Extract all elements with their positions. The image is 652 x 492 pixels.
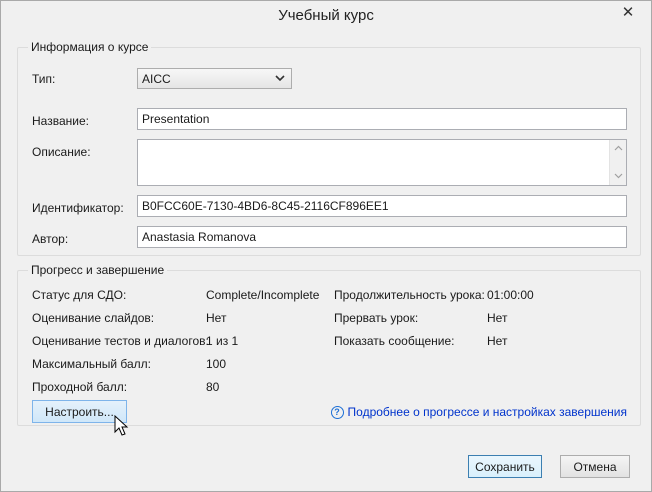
save-button[interactable]: Сохранить [468, 455, 542, 478]
type-select[interactable]: AICC [137, 68, 292, 89]
passing-score-label: Проходной балл: [32, 380, 128, 394]
slide-scoring-label: Оценивание слайдов: [32, 311, 155, 325]
course-info-group: Информация о курсе Тип: AICC Название: P… [17, 40, 641, 256]
progress-group: Прогресс и завершение Статус для СДО: Co… [17, 263, 641, 426]
configure-button[interactable]: Настроить... [32, 400, 127, 423]
max-score-value: 100 [206, 357, 227, 371]
max-score-label: Максимальный балл: [32, 357, 151, 371]
name-input[interactable]: Presentation [137, 108, 627, 130]
interrupt-value: Нет [487, 311, 508, 325]
chevron-down-icon [275, 75, 285, 82]
show-message-value: Нет [487, 334, 508, 348]
dialog-window: Учебный курс ✕ Информация о курсе Тип: A… [0, 0, 652, 492]
progress-help-link-text[interactable]: Подробнее о прогрессе и настройках завер… [348, 405, 627, 419]
lms-status-label: Статус для СДО: [32, 288, 127, 302]
description-textarea[interactable] [137, 139, 627, 186]
course-info-legend: Информация о курсе [28, 40, 152, 54]
scroll-down-icon[interactable] [614, 173, 623, 179]
progress-legend: Прогресс и завершение [28, 263, 168, 277]
type-label: Тип: [32, 72, 56, 86]
mouse-pointer-icon [114, 415, 129, 436]
duration-label: Продолжительность урока: [334, 288, 485, 302]
cancel-button[interactable]: Отмена [560, 455, 630, 478]
scroll-up-icon[interactable] [614, 145, 623, 151]
author-input[interactable]: Anastasia Romanova [137, 226, 627, 248]
description-label: Описание: [32, 145, 91, 159]
type-select-value: AICC [142, 71, 171, 86]
dialog-client-area: Информация о курсе Тип: AICC Название: P… [9, 32, 643, 483]
quiz-scoring-value: 1 из 1 [206, 334, 239, 348]
title-bar[interactable]: Учебный курс ✕ [1, 1, 651, 32]
name-label: Название: [32, 114, 89, 128]
question-circle-icon: ? [330, 405, 344, 419]
identifier-label: Идентификатор: [32, 201, 124, 215]
close-icon: ✕ [621, 4, 635, 21]
description-scrollbar[interactable] [609, 140, 626, 185]
close-button[interactable]: ✕ [613, 1, 643, 23]
interrupt-label: Прервать урок: [334, 311, 419, 325]
progress-help-link[interactable]: ? Подробнее о прогрессе и настройках зав… [330, 405, 627, 419]
quiz-scoring-label: Оценивание тестов и диалогов: [32, 334, 209, 348]
show-message-label: Показать сообщение: [334, 334, 455, 348]
window-title: Учебный курс [278, 7, 374, 24]
passing-score-value: 80 [206, 380, 220, 394]
lms-status-value: Complete/Incomplete [206, 288, 320, 302]
identifier-input[interactable]: B0FCC60E-7130-4BD6-8C45-2116CF896EE1 [137, 195, 627, 217]
slide-scoring-value: Нет [206, 311, 227, 325]
author-label: Автор: [32, 232, 69, 246]
duration-value: 01:00:00 [487, 288, 534, 302]
